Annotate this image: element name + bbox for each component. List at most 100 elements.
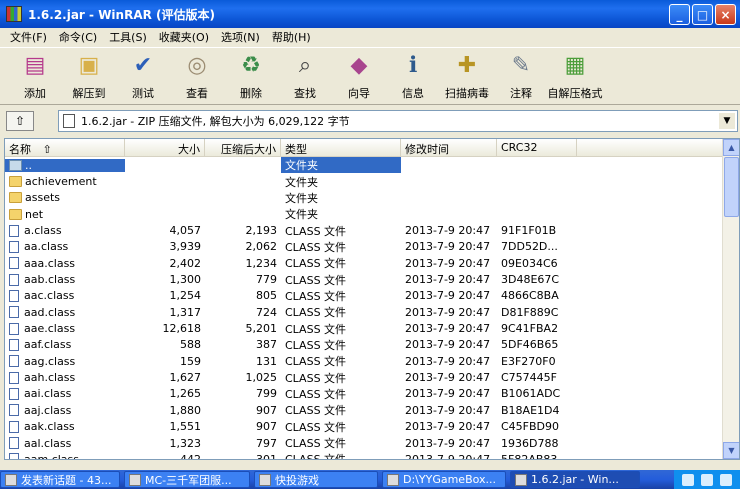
table-row[interactable]: .. 文件夹 [5, 157, 739, 174]
column-size-header[interactable]: 大小 [125, 139, 205, 156]
scroll-down-icon[interactable]: ▼ [723, 442, 739, 459]
column-packed-header[interactable]: 压缩后大小 [205, 139, 281, 156]
table-row[interactable]: aal.class 1,323 797 CLASS 文件 2013-7-9 20:47 1… [5, 435, 739, 451]
table-row[interactable]: assets 文件夹 [5, 190, 739, 206]
menu-favorites[interactable]: 收藏夹(O) [153, 29, 215, 45]
virus-scan-icon: ✚ [457, 52, 477, 78]
archive-path-field[interactable]: 1.6.2.jar - ZIP 压缩文件, 解包大小为 6,029,122 字节… [58, 110, 738, 132]
row-type-cell: CLASS 文件 [285, 224, 347, 238]
books-add-icon: ▤ [24, 52, 46, 78]
taskbar-app-icon [387, 473, 399, 486]
row-name-cell: aad.class [5, 306, 125, 319]
row-name-text: aal.class [24, 436, 72, 450]
table-row[interactable]: aag.class 159 131 CLASS 文件 2013-7-9 20:47 E3F… [5, 353, 739, 369]
table-row[interactable]: aam.class 442 301 CLASS 文件 2013-7-9 20:47 5F8… [5, 451, 739, 459]
class-file-icon [9, 387, 19, 400]
row-packed-cell: 907 [256, 403, 277, 417]
row-crc-cell: 3D48E67C [501, 273, 560, 287]
table-row[interactable]: aae.class 12,618 5,201 CLASS 文件 2013-7-9 20:… [5, 320, 739, 336]
taskbar-button[interactable]: 发表新话题 - 43... [0, 471, 120, 488]
table-row[interactable]: a.class 4,057 2,193 CLASS 文件 2013-7-9 20:47 9… [5, 222, 739, 238]
menu-command[interactable]: 命令(C) [53, 29, 103, 45]
table-row[interactable]: aaf.class 588 387 CLASS 文件 2013-7-9 20:47 5DF… [5, 337, 739, 353]
row-modified-cell: 2013-7-9 20:47 [405, 224, 491, 238]
column-crc-header[interactable]: CRC32 [497, 139, 577, 156]
archive-path-text: 1.6.2.jar - ZIP 压缩文件, 解包大小为 6,029,122 字节 [81, 115, 350, 128]
toolbar-button-comment-pen[interactable]: ✎ 注释 [494, 48, 548, 104]
table-row[interactable]: aaa.class 2,402 1,234 CLASS 文件 2013-7-9 20:4… [5, 255, 739, 271]
toolbar-button-label: 解压到 [72, 87, 106, 100]
row-name-text: achievement [25, 175, 97, 189]
table-row[interactable]: aai.class 1,265 799 CLASS 文件 2013-7-9 20:47 B… [5, 386, 739, 402]
taskbar-button-label: 发表新话题 - 43... [21, 473, 112, 487]
taskbar-app-icon [129, 473, 141, 486]
winrar-app-icon[interactable] [6, 6, 22, 22]
menu-file[interactable]: 文件(F) [4, 29, 53, 45]
up-folder-button[interactable]: ⇧ [6, 111, 34, 131]
table-row[interactable]: aak.class 1,551 907 CLASS 文件 2013-7-9 20:47 C… [5, 419, 739, 435]
row-name-cell: a.class [5, 224, 125, 237]
row-name-cell: aah.class [5, 371, 125, 384]
table-row[interactable]: aaj.class 1,880 907 CLASS 文件 2013-7-9 20:47 B… [5, 402, 739, 418]
column-name-header[interactable]: 名称 ⇧ [5, 139, 125, 156]
taskbar-button[interactable]: D:\YYGameBox... [382, 471, 506, 488]
toolbar-button-view-glasses[interactable]: ◎ 查看 [170, 48, 224, 104]
taskbar-app-icon [515, 473, 527, 486]
scroll-up-icon[interactable]: ▲ [723, 139, 739, 156]
close-button[interactable]: × [715, 4, 736, 25]
scroll-thumb[interactable] [724, 157, 739, 217]
vertical-scrollbar[interactable]: ▲ ▼ [722, 139, 739, 459]
row-size-cell: 1,551 [169, 420, 202, 434]
row-type-cell: CLASS 文件 [285, 257, 347, 271]
taskbar-button-label: 1.6.2.jar - Win... [531, 473, 619, 486]
row-modified-cell: 2013-7-9 20:47 [405, 436, 491, 450]
table-row[interactable]: aac.class 1,254 805 CLASS 文件 2013-7-9 20:47 4… [5, 288, 739, 304]
tray-icon[interactable] [700, 473, 713, 486]
table-row[interactable]: aa.class 3,939 2,062 CLASS 文件 2013-7-9 20:47… [5, 239, 739, 255]
row-crc-cell: 09E034C6 [501, 256, 558, 270]
column-modified-header[interactable]: 修改时间 [401, 139, 497, 156]
toolbar-button-extract-folder[interactable]: ▣ 解压到 [62, 48, 116, 104]
row-packed-cell: 797 [256, 436, 277, 450]
toolbar-button-virus-scan[interactable]: ✚ 扫描病毒 [440, 48, 494, 104]
taskbar-button[interactable]: MC-三千军团服... [124, 471, 250, 488]
toolbar-button-info[interactable]: ℹ 信息 [386, 48, 440, 104]
menu-help[interactable]: 帮助(H) [266, 29, 317, 45]
window-title: 1.6.2.jar - WinRAR (评估版本) [28, 7, 215, 22]
row-type-cell: CLASS 文件 [285, 387, 347, 401]
toolbar-button-find-binoculars[interactable]: ⌕ 查找 [278, 48, 332, 104]
row-type-cell: CLASS 文件 [285, 289, 347, 303]
row-packed-cell: 799 [256, 387, 277, 401]
table-row[interactable]: aad.class 1,317 724 CLASS 文件 2013-7-9 20:47 D… [5, 304, 739, 320]
taskbar-button[interactable]: 1.6.2.jar - Win... [510, 471, 640, 488]
row-name-text: net [25, 207, 44, 221]
tray-icon[interactable] [720, 473, 733, 486]
row-name-text: aa.class [24, 240, 69, 254]
delete-bin-icon: ♻ [241, 52, 261, 78]
row-name-text: aae.class [24, 322, 76, 336]
row-name-text: aaf.class [24, 338, 72, 352]
list-header: 名称 ⇧ 大小 压缩后大小 类型 修改时间 CRC32 [5, 139, 739, 157]
minimize-button[interactable]: _ [669, 4, 690, 25]
sort-arrow-icon: ⇧ [42, 143, 52, 156]
row-type-cell: CLASS 文件 [285, 420, 347, 434]
class-file-icon [9, 338, 19, 351]
row-size-cell: 1,627 [169, 371, 202, 385]
taskbar-button[interactable]: 快投游戏 [254, 471, 378, 488]
chevron-down-icon[interactable]: ▼ [719, 113, 735, 129]
toolbar-button-wizard[interactable]: ◆ 向导 [332, 48, 386, 104]
table-row[interactable]: achievement 文件夹 [5, 173, 739, 189]
table-row[interactable]: aah.class 1,627 1,025 CLASS 文件 2013-7-9 20:4… [5, 369, 739, 385]
row-type-cell: CLASS 文件 [285, 437, 347, 451]
column-type-header[interactable]: 类型 [281, 139, 401, 156]
tray-icon[interactable] [681, 473, 694, 486]
toolbar-button-sfx[interactable]: ▦ 自解压格式 [548, 48, 603, 104]
toolbar-button-delete-bin[interactable]: ♻ 删除 [224, 48, 278, 104]
menu-tools[interactable]: 工具(S) [103, 29, 153, 45]
table-row[interactable]: aab.class 1,300 779 CLASS 文件 2013-7-9 20:47 3… [5, 271, 739, 287]
menu-options[interactable]: 选项(N) [215, 29, 266, 45]
toolbar-button-books-add[interactable]: ▤ 添加 [8, 48, 62, 104]
maximize-button[interactable]: □ [692, 4, 713, 25]
toolbar-button-test-check[interactable]: ✔ 测试 [116, 48, 170, 104]
table-row[interactable]: net 文件夹 [5, 206, 739, 222]
